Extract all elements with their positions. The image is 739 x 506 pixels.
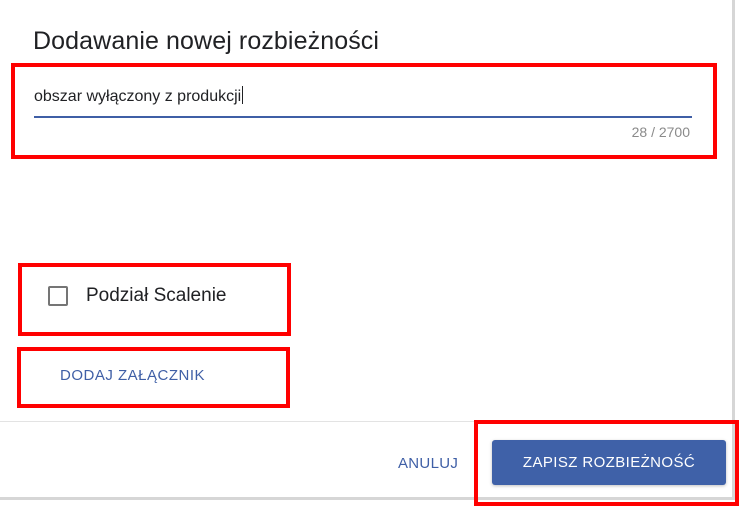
footer-divider [0, 421, 735, 422]
save-discrepancy-button[interactable]: ZAPISZ ROZBIEŻNOŚĆ [492, 440, 726, 485]
split-merge-checkbox[interactable] [48, 286, 68, 306]
description-input[interactable]: obszar wyłączony z produkcji [34, 86, 244, 106]
add-discrepancy-dialog: Dodawanie nowej rozbieżności obszar wyłą… [0, 0, 735, 500]
dialog-title: Dodawanie nowej rozbieżności [33, 27, 380, 55]
input-underline [34, 116, 692, 118]
character-counter: 28 / 2700 [631, 124, 690, 140]
cancel-button[interactable]: ANULUJ [398, 455, 458, 472]
description-input-value: obszar wyłączony z produkcji [34, 88, 242, 105]
split-merge-checkbox-row[interactable]: Podział Scalenie [48, 285, 226, 307]
text-cursor [242, 86, 244, 104]
split-merge-checkbox-label[interactable]: Podział Scalenie [86, 285, 226, 307]
add-attachment-button[interactable]: DODAJ ZAŁĄCZNIK [60, 367, 205, 384]
